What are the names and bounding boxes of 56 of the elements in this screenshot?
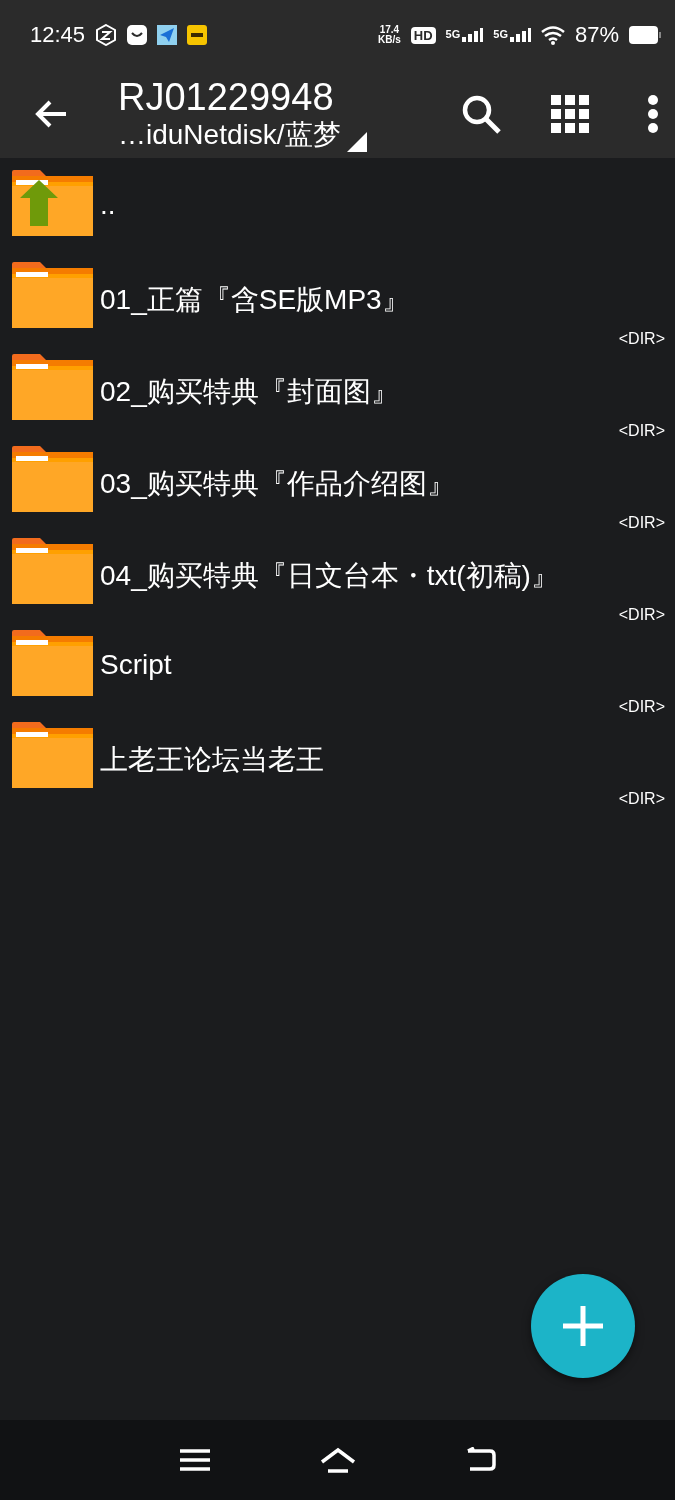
hd-voice-icon: HD [410, 26, 436, 44]
file-name: 04_购买特典『日文台本・txt(初稿)』 [100, 559, 559, 593]
back-arrow-icon [34, 99, 68, 129]
file-type: <DIR> [618, 698, 665, 716]
more-options-button[interactable] [647, 94, 659, 134]
file-name: .. [100, 189, 116, 221]
file-name: 上老王论坛当老王 [100, 743, 324, 777]
file-row[interactable]: 04_购买特典『日文台本・txt(初稿)』 <DIR> [0, 538, 675, 630]
network-speed-unit: KB/s [378, 35, 401, 45]
file-row[interactable]: Script <DIR> [0, 630, 675, 722]
file-name: 01_正篇『含SE版MP3』 [100, 283, 410, 317]
file-row[interactable]: 01_正篇『含SE版MP3』 <DIR> [0, 262, 675, 354]
app-notification-icon [95, 24, 118, 46]
file-name: Script [100, 649, 172, 681]
return-arrow-icon [465, 1447, 496, 1473]
folder-icon [12, 354, 93, 420]
search-icon [461, 94, 501, 134]
home-button[interactable] [319, 1447, 356, 1473]
file-type: <DIR> [618, 330, 665, 348]
folder-icon [12, 262, 93, 328]
battery-icon [629, 26, 661, 44]
folder-icon [12, 722, 93, 788]
file-row[interactable]: 02_购买特典『封面图』 <DIR> [0, 354, 675, 446]
wifi-icon [540, 25, 565, 45]
folder-icon [12, 446, 93, 512]
paper-plane-icon [157, 25, 178, 45]
back-button[interactable] [34, 99, 68, 129]
file-row[interactable]: 03_购买特典『作品介绍图』 <DIR> [0, 446, 675, 538]
back-button[interactable] [465, 1447, 496, 1473]
file-type: <DIR> [618, 422, 665, 440]
file-type: <DIR> [618, 514, 665, 532]
file-name: 02_购买特典『封面图』 [100, 375, 399, 409]
file-name: 03_购买特典『作品介绍图』 [100, 467, 455, 501]
network-speed: 17.4 [379, 25, 400, 35]
file-row[interactable]: .. [0, 170, 675, 262]
search-button[interactable] [461, 94, 501, 134]
more-vertical-icon [647, 94, 659, 134]
file-type: <DIR> [618, 790, 665, 808]
parent-folder-icon [12, 170, 93, 236]
shopping-bag-icon [127, 25, 148, 45]
battery-percentage: 87% [574, 22, 619, 48]
menu-button[interactable] [179, 1448, 210, 1472]
menu-icon [179, 1448, 210, 1472]
file-row[interactable]: 上老王论坛当老王 <DIR> [0, 722, 675, 814]
dropdown-triangle-icon[interactable] [346, 132, 367, 152]
file-type: <DIR> [618, 606, 665, 624]
view-grid-button[interactable] [551, 95, 589, 133]
home-icon [319, 1447, 356, 1473]
plus-icon [563, 1306, 603, 1346]
clock: 12:45 [30, 22, 86, 48]
folder-path[interactable]: …iduNetdisk/蓝梦 [118, 118, 341, 152]
folder-title: RJ01229948 [118, 76, 335, 118]
folder-icon [12, 630, 93, 696]
folder-icon [12, 538, 93, 604]
grid-icon [551, 95, 589, 133]
app-notification-icon [187, 25, 208, 45]
